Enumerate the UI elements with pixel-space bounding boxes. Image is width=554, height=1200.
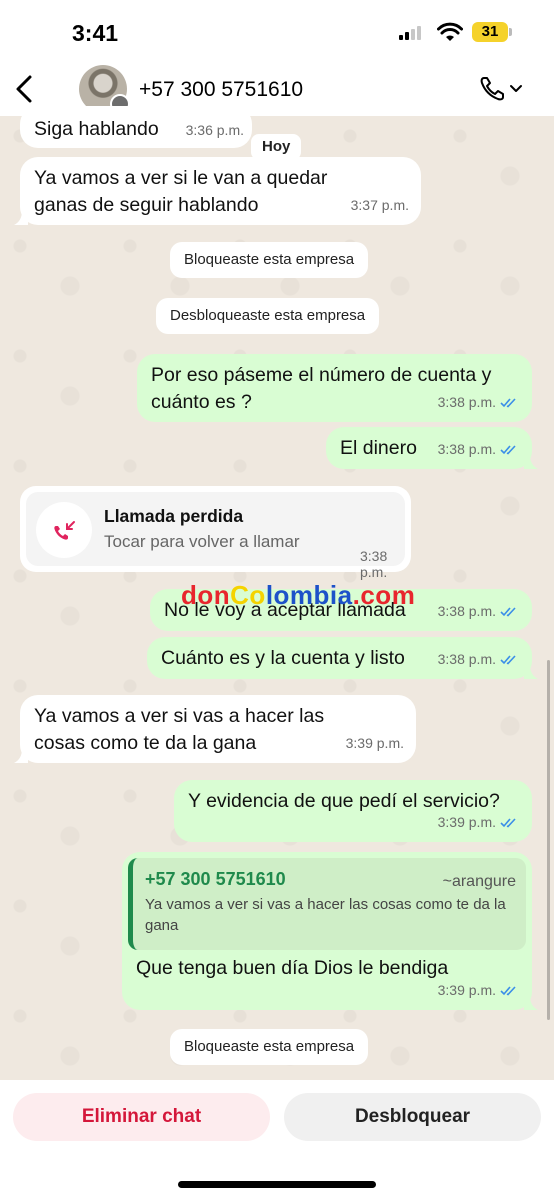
message-incoming[interactable]: Siga hablando 3:36 p.m. (20, 106, 252, 148)
delete-chat-button[interactable]: Eliminar chat (13, 1093, 270, 1141)
message-text: Siga hablando (34, 118, 159, 140)
missed-call-title: Llamada perdida (104, 506, 244, 526)
bottom-action-bar: Eliminar chat Desbloquear (0, 1080, 554, 1200)
quote-author: +57 300 5751610 (145, 869, 286, 889)
message-outgoing[interactable]: Y evidencia de que pedí el servicio? 3:3… (174, 780, 532, 842)
message-time: 3:38 p.m. (437, 441, 496, 457)
message-outgoing[interactable]: Por eso páseme el número de cuenta y cuá… (137, 354, 532, 422)
message-text: Cuánto es y la cuenta y listo (161, 647, 405, 669)
missed-call-card[interactable]: Llamada perdida Tocar para volver a llam… (20, 486, 411, 580)
status-bar: 3:41 31 (0, 0, 554, 62)
message-incoming[interactable]: Ya vamos a ver si le van a quedar ganas … (14, 157, 421, 225)
back-icon[interactable] (10, 70, 40, 108)
read-ticks-icon (500, 397, 516, 407)
phone-icon[interactable] (478, 74, 528, 104)
message-time: 3:39 p.m. (345, 735, 404, 751)
read-ticks-icon (500, 606, 516, 616)
message-outgoing[interactable]: Cuánto es y la cuenta y listo 3:38 p.m. (147, 637, 538, 679)
message-outgoing[interactable]: +57 300 5751610 ~arangure Ya vamos a ver… (122, 852, 538, 1010)
message-time: 3:38 p.m. (437, 651, 496, 667)
message-time: 3:37 p.m. (350, 197, 409, 213)
read-ticks-icon (500, 654, 516, 664)
bubble-tail (14, 749, 28, 763)
bubble-tail (524, 665, 538, 679)
quote-text: Ya vamos a ver si vas a hacer las cosas … (145, 896, 506, 934)
read-ticks-icon (500, 444, 516, 454)
scrollbar[interactable] (547, 660, 550, 1020)
status-time: 3:41 (72, 20, 119, 46)
message-text: Ya vamos a ver si vas a hacer las cosas … (34, 705, 325, 754)
message-time: 3:36 p.m. (185, 122, 244, 138)
contact-name[interactable]: +57 300 5751610 (139, 78, 303, 102)
battery-icon: 31 (472, 22, 512, 42)
bubble-tail (524, 996, 538, 1010)
quoted-message[interactable]: +57 300 5751610 ~arangure Ya vamos a ver… (128, 858, 526, 950)
message-time: 3:38 p.m. (437, 394, 496, 410)
read-ticks-icon (500, 985, 516, 995)
system-notice: Desbloqueaste esta empresa (156, 298, 380, 334)
message-time: 3:39 p.m. (437, 982, 496, 998)
message-text: Que tenga buen día Dios le bendiga (136, 957, 449, 979)
watermark-logo: donColombia.com (181, 580, 416, 610)
system-notice: Bloqueaste esta empresa (170, 242, 369, 278)
signal-icon (399, 26, 421, 40)
read-ticks-icon (500, 817, 516, 827)
message-text: El dinero (340, 437, 417, 459)
message-time: 3:38 p.m. (360, 548, 388, 580)
message-time: 3:38 p.m. (437, 603, 496, 619)
bubble-tail (14, 211, 28, 225)
quote-alias: ~arangure (442, 873, 516, 890)
system-notice: Bloqueaste esta empresa (170, 1029, 369, 1065)
unblock-button[interactable]: Desbloquear (284, 1093, 541, 1141)
message-outgoing[interactable]: El dinero 3:38 p.m. (326, 427, 538, 469)
bubble-tail (524, 455, 538, 469)
message-time: 3:39 p.m. (437, 814, 496, 830)
home-indicator (178, 1181, 376, 1188)
message-incoming[interactable]: Ya vamos a ver si vas a hacer las cosas … (14, 695, 416, 763)
missed-call-icon (36, 502, 92, 558)
wifi-icon (437, 22, 463, 41)
missed-call-subtitle: Tocar para volver a llamar (104, 532, 300, 551)
message-text: Ya vamos a ver si le van a quedar ganas … (34, 167, 328, 216)
battery-level: 31 (481, 23, 499, 40)
